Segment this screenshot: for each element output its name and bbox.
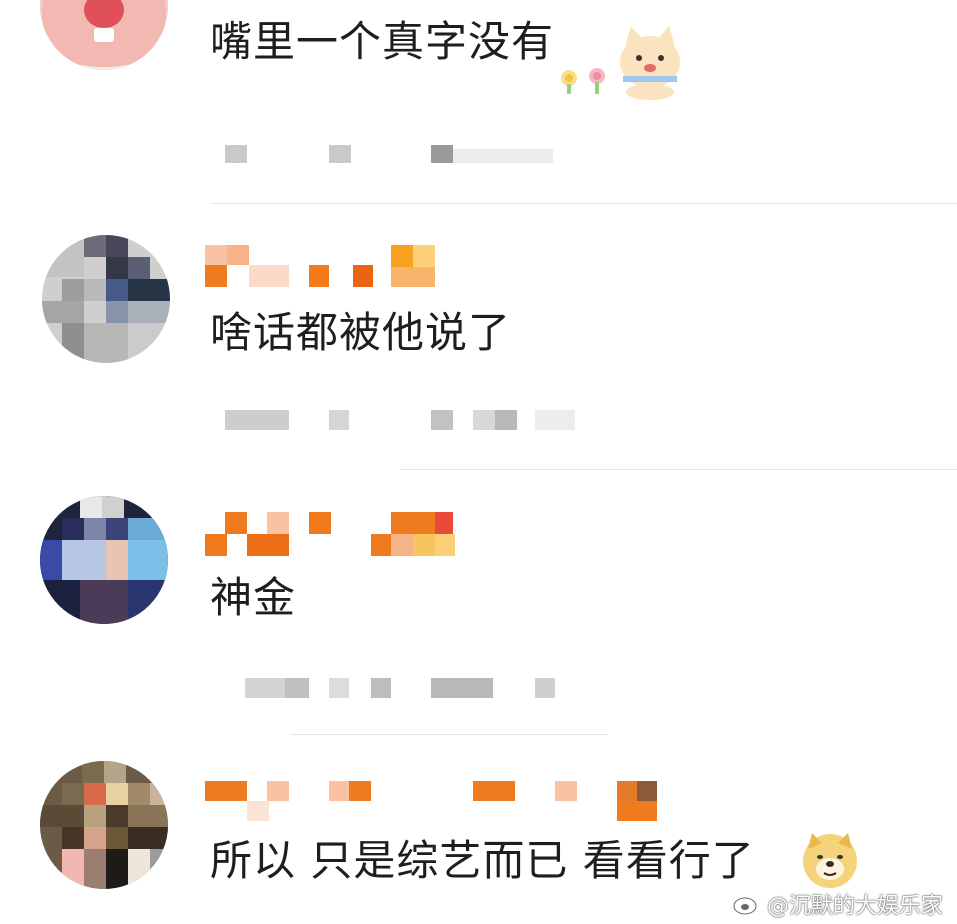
- avatar[interactable]: [40, 761, 168, 889]
- watermark-text: @沉默的大娱乐家: [766, 894, 943, 919]
- avatar[interactable]: [40, 0, 168, 70]
- comment-item[interactable]: 啥话都被他说了: [0, 205, 957, 470]
- comment-item[interactable]: 嘴里一个真字没有: [0, 0, 957, 205]
- comment-text: 啥话都被他说了: [210, 308, 512, 357]
- comment-text: 嘴里一个真字没有: [210, 17, 555, 66]
- comment-meta: [225, 410, 605, 434]
- username[interactable]: [205, 245, 465, 289]
- comment-item[interactable]: 神金: [0, 470, 957, 735]
- divider: [210, 203, 957, 204]
- doge-emoji-icon: [800, 831, 860, 895]
- comment-text: 神金: [210, 573, 297, 622]
- pig-avatar-icon: [40, 0, 168, 70]
- comment-text: 所以 只是综艺而已 看看行了: [210, 836, 755, 885]
- weibo-logo-icon: [733, 895, 760, 915]
- comment-meta: [225, 145, 605, 169]
- avatar[interactable]: [40, 496, 168, 624]
- username[interactable]: [205, 781, 657, 825]
- watermark: @沉默的大娱乐家: [733, 888, 943, 920]
- username[interactable]: [205, 512, 465, 556]
- comment-meta: [225, 678, 605, 702]
- avatar[interactable]: [42, 235, 170, 363]
- cat-sticker-icon: [555, 20, 695, 104]
